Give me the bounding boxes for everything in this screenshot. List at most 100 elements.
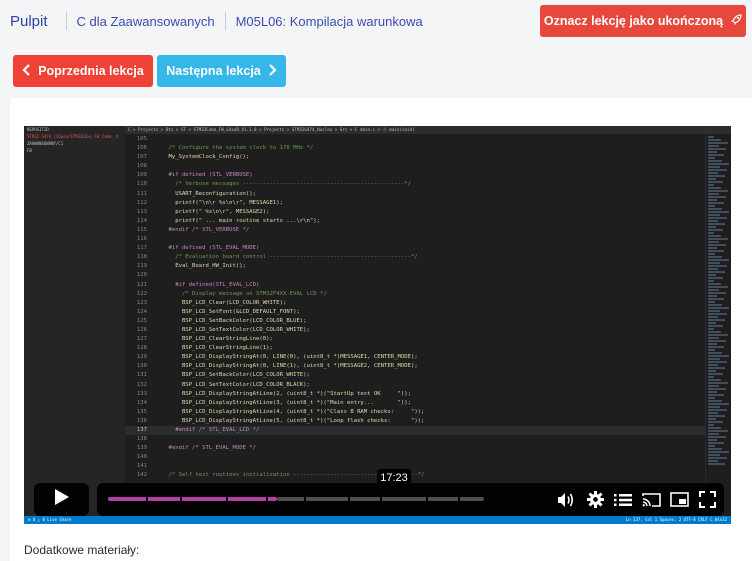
line-number: 124 (136, 308, 147, 315)
editor-statusbar: ⊗ 0 △ 0 Live Share Ln 137, Col 1 Spaces:… (24, 516, 731, 524)
minimap-line (708, 172, 718, 174)
code-line: 136 BSP_LCD_DisplayStringAtLine(5, (uint… (125, 417, 705, 426)
minimap-line (708, 391, 717, 393)
minimap-line (708, 184, 714, 186)
explorer-item: REPOSITIO (27, 127, 49, 132)
minimap-line (708, 220, 718, 222)
line-number: 120 (136, 272, 147, 279)
line-number: 116 (136, 236, 147, 243)
fullscreen-icon[interactable] (696, 483, 718, 516)
editor-breadcrumb: C > Projects > Bts > ST > STM32Cube_FW_G… (128, 127, 415, 132)
breadcrumb-lesson[interactable]: M05L06: Kompilacja warunkowa (226, 14, 433, 29)
code-text: #if defined (STL_EVAL_MODE) (155, 245, 260, 252)
code-line: 111 USART_Reconfiguration(); (125, 190, 705, 199)
minimap-line (708, 187, 721, 189)
minimap-line (708, 154, 724, 156)
minimap-line (708, 139, 721, 141)
code-line: 105 (125, 135, 705, 144)
code-text: #if defined(STL_EVAL_LCD) (155, 281, 260, 288)
minimap-line (708, 136, 714, 138)
minimap-line (708, 397, 715, 399)
minimap-line (708, 415, 725, 417)
code-text: /* Verbose messages --------------------… (155, 181, 411, 188)
prev-lesson-button[interactable]: Poprzednia lekcja (13, 55, 153, 87)
line-number: 142 (136, 472, 147, 479)
minimap-line (708, 355, 729, 357)
volume-icon[interactable] (555, 483, 577, 516)
minimap-line (708, 370, 716, 372)
minimap-line (708, 229, 723, 231)
minimap-line (708, 319, 725, 321)
code-text: printf(" %s\n\r", MESSAGE2); (155, 208, 270, 215)
minimap-line (708, 265, 727, 267)
chapter-marker (304, 496, 306, 502)
minimap-line (708, 259, 729, 261)
minimap-line (708, 343, 717, 345)
breadcrumb-home[interactable]: Pulpit (0, 13, 66, 30)
code-text: BSP_LCD_DisplayStringAtLine(2, (uint8_t … (155, 390, 411, 397)
extra-materials-label: Dodatkowe materiały: (24, 543, 140, 557)
code-line: 124 BSP_LCD_SetFont(&LCD_DEFAULT_FONT); (125, 308, 705, 317)
play-button[interactable] (34, 483, 89, 516)
code-line: 134 BSP_LCD_DisplayStringAtLine(3, (uint… (125, 399, 705, 408)
code-line: 121 #if defined(STL_EVAL_LCD) (125, 281, 705, 290)
code-text: printf(" ... main routine starts ...\r\n… (155, 217, 321, 224)
code-text: USART_Reconfiguration(); (155, 190, 257, 197)
mark-complete-button[interactable]: Oznacz lekcję jako ukończoną (540, 5, 746, 37)
cast-icon[interactable] (640, 483, 662, 516)
code-text: BSP_LCD_DisplayStringAtLine(5, (uint8_t … (155, 417, 425, 424)
minimap-line (708, 367, 725, 369)
minimap-line (708, 175, 725, 177)
code-line: 110 /* Verbose messages ----------------… (125, 180, 705, 189)
line-number: 115 (136, 226, 147, 233)
minimap-line (708, 346, 724, 348)
line-number: 121 (136, 281, 147, 288)
code-line: 137 #endif /* STL_EVAL_LCD */ (125, 426, 705, 436)
code-line: 127 BSP_LCD_ClearStringLine(0); (125, 335, 705, 344)
minimap-line (708, 409, 727, 411)
line-number: 136 (136, 417, 147, 424)
minimap-line (708, 181, 723, 183)
minimap-line (708, 427, 721, 429)
settings-icon[interactable] (585, 483, 605, 516)
minimap-line (708, 439, 717, 441)
mark-complete-label: Oznacz lekcję jako ukończoną (543, 14, 724, 28)
line-number: 141 (136, 463, 147, 470)
code-line: 109 #if defined (STL_VERBOSE) (125, 171, 705, 180)
line-number: 137 (136, 427, 147, 433)
minimap-line (708, 406, 720, 408)
minimap-line (708, 340, 726, 342)
minimap-line (708, 454, 720, 456)
video-player[interactable]: REPOSITIO STM32 G474 (IOpen/STM32G4xx FW… (24, 126, 731, 524)
progress-played (108, 497, 277, 501)
code-text: BSP_LCD_DisplayStringAt(0, LINE(1), (uin… (155, 363, 418, 370)
minimap-line (708, 448, 722, 450)
minimap-line (708, 349, 715, 351)
next-lesson-button[interactable]: Następna lekcja (157, 55, 286, 87)
code-text: /* Evaluation board control ------------… (155, 254, 418, 261)
line-number: 139 (136, 445, 147, 452)
code-text: Eval_Board_HW_Init(); (155, 263, 246, 270)
line-number: 123 (136, 299, 147, 306)
minimap-line (708, 436, 726, 438)
breadcrumb-course[interactable]: C dla Zaawansowanych (67, 14, 225, 29)
minimap-line (708, 223, 725, 225)
minimap-line (708, 289, 719, 291)
code-text: BSP_LCD_DisplayStringAt(0, LINE(0), (uin… (155, 354, 418, 361)
minimap-line (708, 307, 729, 309)
minimap-line (708, 352, 722, 354)
minimap-line (708, 364, 718, 366)
line-number: 111 (136, 190, 147, 197)
pip-icon[interactable] (668, 483, 690, 516)
code-text: BSP_LCD_Clear(LCD_COLOR_WHITE); (155, 299, 287, 306)
code-line: 142 /* Self test routines initialization… (125, 471, 705, 480)
line-number: 128 (136, 345, 147, 352)
minimap-line (708, 379, 721, 381)
code-text: BSP_LCD_SetBackColor(LCD_COLOR_WHITE); (155, 372, 310, 379)
line-number: 119 (136, 263, 147, 270)
chapters-icon[interactable] (612, 483, 634, 516)
minimap-line (708, 193, 719, 195)
code-line: 123 BSP_LCD_Clear(LCD_COLOR_WHITE); (125, 299, 705, 308)
minimap-line (708, 457, 727, 459)
minimap-line (708, 235, 721, 237)
